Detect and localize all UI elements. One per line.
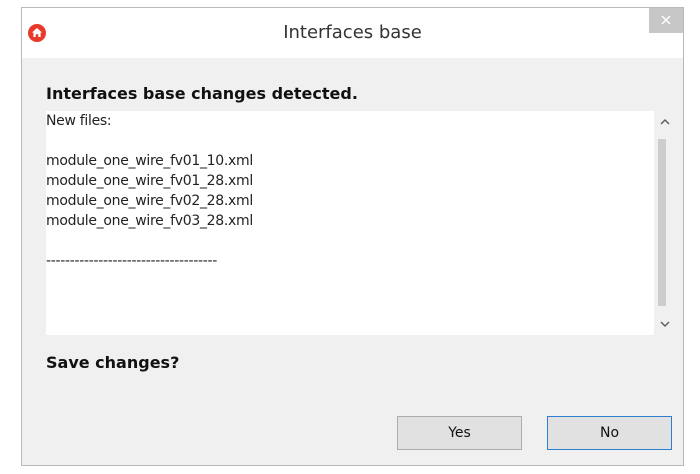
close-button[interactable] (649, 8, 683, 33)
scroll-thumb[interactable] (658, 139, 666, 306)
chevron-down-icon (660, 317, 670, 331)
dialog-window: Interfaces base Interfaces base changes … (21, 7, 684, 466)
no-button[interactable]: No (547, 416, 672, 450)
text-line: New files: (46, 113, 112, 129)
title-bar: Interfaces base (22, 8, 683, 58)
changes-textbox[interactable]: New files: module_one_wire_fv01_10.xmlmod… (46, 111, 676, 335)
chevron-up-icon (660, 115, 670, 129)
vertical-scrollbar[interactable] (654, 111, 676, 335)
text-line (46, 131, 652, 151)
changes-text: New files: module_one_wire_fv01_10.xmlmod… (46, 111, 652, 335)
text-line: module_one_wire_fv03_28.xml (46, 213, 253, 229)
text-line (46, 231, 652, 251)
window-title: Interfaces base (283, 22, 422, 43)
save-question: Save changes? (46, 353, 180, 372)
yes-button[interactable]: Yes (397, 416, 522, 450)
text-line: ------------------------------------ (46, 253, 218, 269)
text-line: module_one_wire_fv01_10.xml (46, 153, 253, 169)
scroll-down-button[interactable] (654, 313, 676, 335)
text-line: module_one_wire_fv02_28.xml (46, 193, 253, 209)
close-icon (661, 12, 671, 30)
scroll-up-button[interactable] (654, 111, 676, 133)
changes-header: Interfaces base changes detected. (46, 84, 358, 103)
text-line: module_one_wire_fv01_28.xml (46, 173, 253, 189)
